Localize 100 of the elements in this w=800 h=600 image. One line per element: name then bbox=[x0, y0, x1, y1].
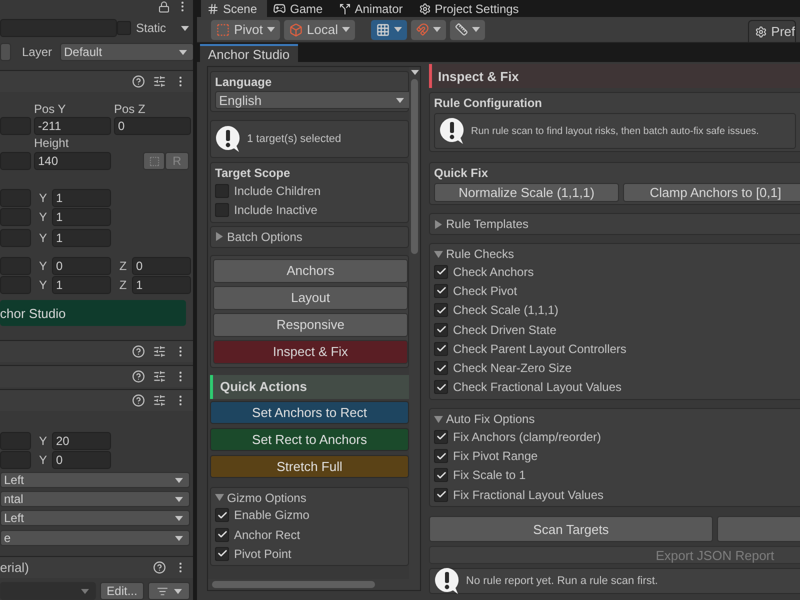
check-icon bbox=[436, 285, 446, 296]
list-dropdown[interactable] bbox=[148, 582, 190, 600]
field-label: Pos Y bbox=[34, 102, 67, 116]
action-button[interactable]: Set Rect to Anchors bbox=[210, 428, 409, 451]
ruler-button[interactable] bbox=[450, 20, 485, 40]
check-icon bbox=[436, 470, 446, 481]
number-field[interactable]: 1 bbox=[52, 188, 111, 206]
checkbox[interactable] bbox=[434, 468, 448, 482]
foldout[interactable]: Gizmo Options bbox=[215, 490, 404, 506]
checkbox[interactable] bbox=[434, 322, 448, 337]
nav-button[interactable]: Layout bbox=[213, 286, 408, 310]
number-field[interactable]: 20 bbox=[52, 432, 111, 450]
nav-button[interactable]: Responsive bbox=[213, 312, 408, 337]
window-tab[interactable]: Anchor Studio bbox=[200, 44, 298, 62]
checkbox[interactable] bbox=[434, 303, 448, 318]
axis-label: Y bbox=[38, 434, 48, 448]
dashed-square-icon bbox=[148, 156, 160, 166]
cube-icon bbox=[288, 22, 303, 36]
checkbox[interactable] bbox=[434, 264, 448, 279]
preferences-button[interactable]: Pref bbox=[748, 20, 796, 42]
checkbox[interactable] bbox=[215, 508, 229, 522]
field-label: Static bbox=[136, 21, 166, 35]
caret-icon bbox=[175, 516, 183, 520]
dropdown[interactable]: Left bbox=[0, 472, 190, 488]
action-button[interactable]: Set Anchors to Rect bbox=[210, 400, 409, 424]
quick-fix-button[interactable]: Normalize Scale (1,1,1) bbox=[434, 183, 619, 202]
foldout[interactable]: Auto Fix Options bbox=[434, 411, 800, 428]
action-button[interactable]: Stretch Full bbox=[210, 454, 409, 478]
dropdown[interactable] bbox=[0, 582, 96, 600]
checkbox[interactable] bbox=[434, 449, 448, 464]
info-bubble-icon bbox=[215, 125, 241, 153]
section-header: Quick Actions bbox=[210, 374, 409, 399]
checkbox[interactable] bbox=[434, 430, 448, 444]
field-label: Height bbox=[34, 136, 70, 150]
gamepad-icon bbox=[273, 2, 286, 15]
edit-button[interactable]: Edit... bbox=[100, 582, 144, 600]
checkbox-label: Fix Fractional Layout Values bbox=[453, 488, 604, 502]
checkbox[interactable] bbox=[215, 528, 229, 542]
editor-tab[interactable]: Scene bbox=[201, 0, 268, 17]
checkbox[interactable] bbox=[434, 284, 448, 298]
editor-tab[interactable]: Project Settings bbox=[412, 0, 529, 17]
checkbox[interactable] bbox=[215, 184, 229, 198]
nav-button[interactable]: Anchors bbox=[213, 258, 408, 283]
axis-label: Z bbox=[118, 258, 128, 272]
blueprint-mode-button[interactable] bbox=[143, 152, 165, 170]
number-field[interactable]: 0 bbox=[132, 256, 191, 274]
checkbox[interactable] bbox=[434, 488, 448, 502]
editor-tab[interactable]: Game bbox=[267, 0, 333, 17]
check-icon bbox=[436, 304, 446, 316]
caret-icon bbox=[179, 50, 187, 54]
checkbox[interactable] bbox=[215, 546, 229, 561]
component-button[interactable]: chor Studio bbox=[0, 300, 186, 326]
field-label: Pos Z bbox=[114, 102, 146, 116]
checkbox[interactable] bbox=[434, 361, 448, 376]
checkbox[interactable] bbox=[434, 342, 448, 356]
check-icon bbox=[436, 450, 446, 462]
caret-icon bbox=[432, 27, 441, 32]
nav-button[interactable]: Inspect & Fix bbox=[213, 340, 408, 364]
info-bubble-icon bbox=[439, 117, 465, 145]
checkbox[interactable] bbox=[117, 21, 131, 35]
language-dropdown[interactable]: English bbox=[215, 91, 409, 109]
help-icon bbox=[132, 75, 145, 88]
name-field[interactable] bbox=[0, 19, 117, 37]
snap-button[interactable] bbox=[410, 20, 446, 40]
number-field[interactable]: 0 bbox=[52, 256, 111, 274]
dropdown[interactable]: Left bbox=[0, 510, 190, 526]
quick-fix-button[interactable]: Clamp Anchors to [0,1] bbox=[623, 183, 800, 202]
number-field[interactable]: 0 bbox=[52, 450, 111, 468]
check-icon bbox=[436, 489, 446, 500]
checkbox[interactable] bbox=[434, 380, 448, 394]
branch-icon bbox=[338, 2, 351, 14]
checkbox-label: Pivot Point bbox=[234, 546, 292, 561]
list-icon bbox=[156, 586, 168, 596]
number-field[interactable]: 1 bbox=[52, 208, 111, 226]
scan-button[interactable]: Scan Targets bbox=[429, 516, 713, 542]
scroll-thumb[interactable] bbox=[411, 79, 418, 254]
space-dropdown[interactable]: Local bbox=[284, 20, 355, 40]
number-field[interactable]: -211 bbox=[34, 117, 111, 135]
check-icon bbox=[436, 431, 446, 442]
number-field[interactable]: 140 bbox=[34, 152, 111, 170]
number-field[interactable]: 0 bbox=[114, 117, 191, 135]
check-icon bbox=[216, 510, 228, 521]
dropdown[interactable]: e bbox=[0, 530, 190, 546]
number-field[interactable]: 1 bbox=[52, 276, 111, 294]
expanded-triangle-icon bbox=[434, 414, 443, 424]
scroll-thumb[interactable] bbox=[212, 581, 375, 588]
dropdown[interactable]: ntal bbox=[0, 491, 190, 507]
caret-icon bbox=[472, 27, 480, 32]
checkbox-label: Anchor Rect bbox=[234, 528, 300, 542]
dropdown[interactable] bbox=[0, 43, 11, 61]
settings-icon bbox=[755, 26, 768, 38]
pivot-dropdown[interactable]: Pivot bbox=[211, 20, 280, 40]
checkbox[interactable] bbox=[215, 202, 229, 217]
number-field[interactable]: 1 bbox=[132, 276, 191, 294]
grid-snap-button[interactable] bbox=[370, 20, 407, 40]
foldout[interactable]: Rule Checks bbox=[434, 246, 800, 262]
dropdown[interactable]: Default bbox=[60, 43, 193, 61]
editor-tab[interactable]: Animator bbox=[332, 0, 413, 17]
caret-icon bbox=[266, 27, 275, 32]
number-field[interactable]: 1 bbox=[52, 228, 111, 246]
